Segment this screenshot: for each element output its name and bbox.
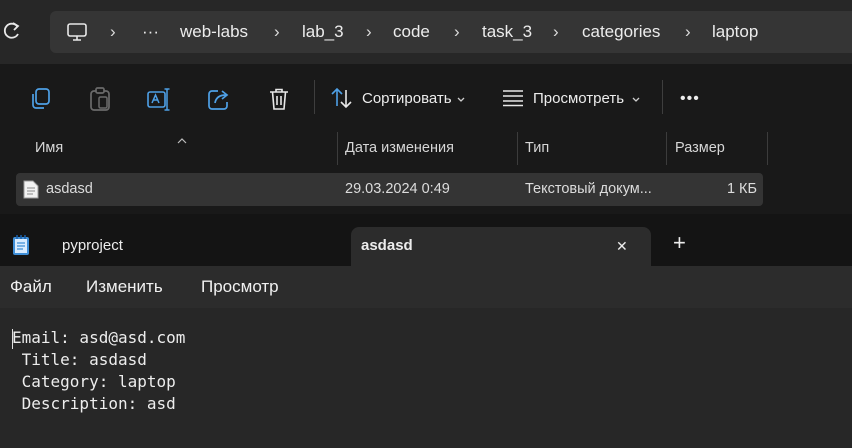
- notepad-icon: [12, 234, 30, 256]
- breadcrumb-separator: ›: [454, 22, 460, 41]
- new-tab-button[interactable]: +: [673, 232, 686, 254]
- address-bar: › ··· web-labs › lab_3 › code › task_3 ›…: [0, 0, 852, 64]
- toolbar-divider: [314, 80, 315, 114]
- copy-icon[interactable]: [28, 86, 54, 112]
- file-list: Имя Дата изменения Тип Размер asdasd 29.…: [0, 132, 852, 214]
- editor-line[interactable]: Description: asd: [12, 393, 176, 415]
- column-header-type[interactable]: Тип: [525, 132, 549, 165]
- editor-line[interactable]: Email: asd@asd.com: [12, 327, 185, 349]
- menu-edit[interactable]: Изменить: [86, 276, 163, 298]
- column-header-date[interactable]: Дата изменения: [345, 132, 454, 165]
- breadcrumb-task-3[interactable]: task_3: [482, 11, 532, 53]
- breadcrumb-categories[interactable]: categories: [582, 11, 660, 53]
- file-size: 1 КБ: [726, 181, 757, 197]
- breadcrumb-code[interactable]: code: [393, 11, 430, 53]
- column-header-size[interactable]: Размер: [675, 132, 725, 165]
- breadcrumb-separator: ›: [110, 22, 116, 41]
- notepad-tab-bar: pyproject asdasd ✕ +: [0, 214, 852, 266]
- breadcrumb-separator: ›: [553, 22, 559, 41]
- breadcrumb-separator: ›: [366, 22, 372, 41]
- editor-line[interactable]: Category: laptop: [12, 371, 176, 393]
- breadcrumb-overflow[interactable]: ···: [142, 11, 159, 53]
- breadcrumb-web-labs[interactable]: web-labs: [180, 11, 248, 53]
- menu-view[interactable]: Просмотр: [201, 276, 279, 298]
- column-divider[interactable]: [337, 132, 338, 165]
- column-divider[interactable]: [666, 132, 667, 165]
- toolbar-divider: [662, 80, 663, 114]
- rename-icon[interactable]: [146, 86, 172, 112]
- file-name[interactable]: asdasd: [46, 173, 93, 206]
- editor-line[interactable]: Title: asdasd: [12, 349, 147, 371]
- close-tab-icon[interactable]: ✕: [616, 236, 628, 256]
- column-divider[interactable]: [767, 132, 768, 165]
- breadcrumb-separator: ›: [274, 22, 280, 41]
- view-button[interactable]: Просмотреть: [533, 88, 624, 110]
- chevron-down-icon: [456, 92, 466, 102]
- tab-label: asdasd: [361, 237, 413, 254]
- sort-button[interactable]: Сортировать: [362, 88, 452, 110]
- breadcrumb-separator: ›: [685, 22, 691, 41]
- delete-icon[interactable]: [266, 86, 292, 112]
- tab-asdasd[interactable]: asdasd ✕: [351, 227, 651, 266]
- file-type: Текстовый докум...: [525, 181, 652, 197]
- text-editor[interactable]: Email: asd@asd.com Title: asdasd Categor…: [0, 308, 852, 448]
- text-file-icon: [23, 180, 39, 199]
- column-divider[interactable]: [517, 132, 518, 165]
- tab-pyproject[interactable]: pyproject: [62, 236, 123, 256]
- view-icon[interactable]: [501, 88, 525, 108]
- menu-file[interactable]: Файл: [10, 276, 52, 298]
- chevron-down-icon: [631, 92, 641, 102]
- column-header-name[interactable]: Имя: [35, 132, 63, 165]
- paste-icon[interactable]: [87, 86, 113, 112]
- notepad-menu-bar: Файл Изменить Просмотр: [0, 266, 852, 308]
- sort-ascending-icon: [176, 132, 188, 144]
- share-icon[interactable]: [206, 86, 232, 112]
- breadcrumb[interactable]: › ··· web-labs › lab_3 › code › task_3 ›…: [50, 11, 852, 53]
- refresh-icon[interactable]: [2, 20, 24, 46]
- breadcrumb-lab-3[interactable]: lab_3: [302, 11, 344, 53]
- breadcrumb-laptop[interactable]: laptop: [712, 11, 758, 53]
- file-modified: 29.03.2024 0:49: [345, 181, 450, 197]
- more-options-button[interactable]: •••: [680, 88, 700, 110]
- file-row[interactable]: asdasd 29.03.2024 0:49 Текстовый докум..…: [16, 173, 763, 206]
- command-bar: Сортировать Просмотреть •••: [0, 64, 852, 132]
- sort-icon[interactable]: [330, 86, 354, 110]
- computer-icon[interactable]: [66, 21, 88, 43]
